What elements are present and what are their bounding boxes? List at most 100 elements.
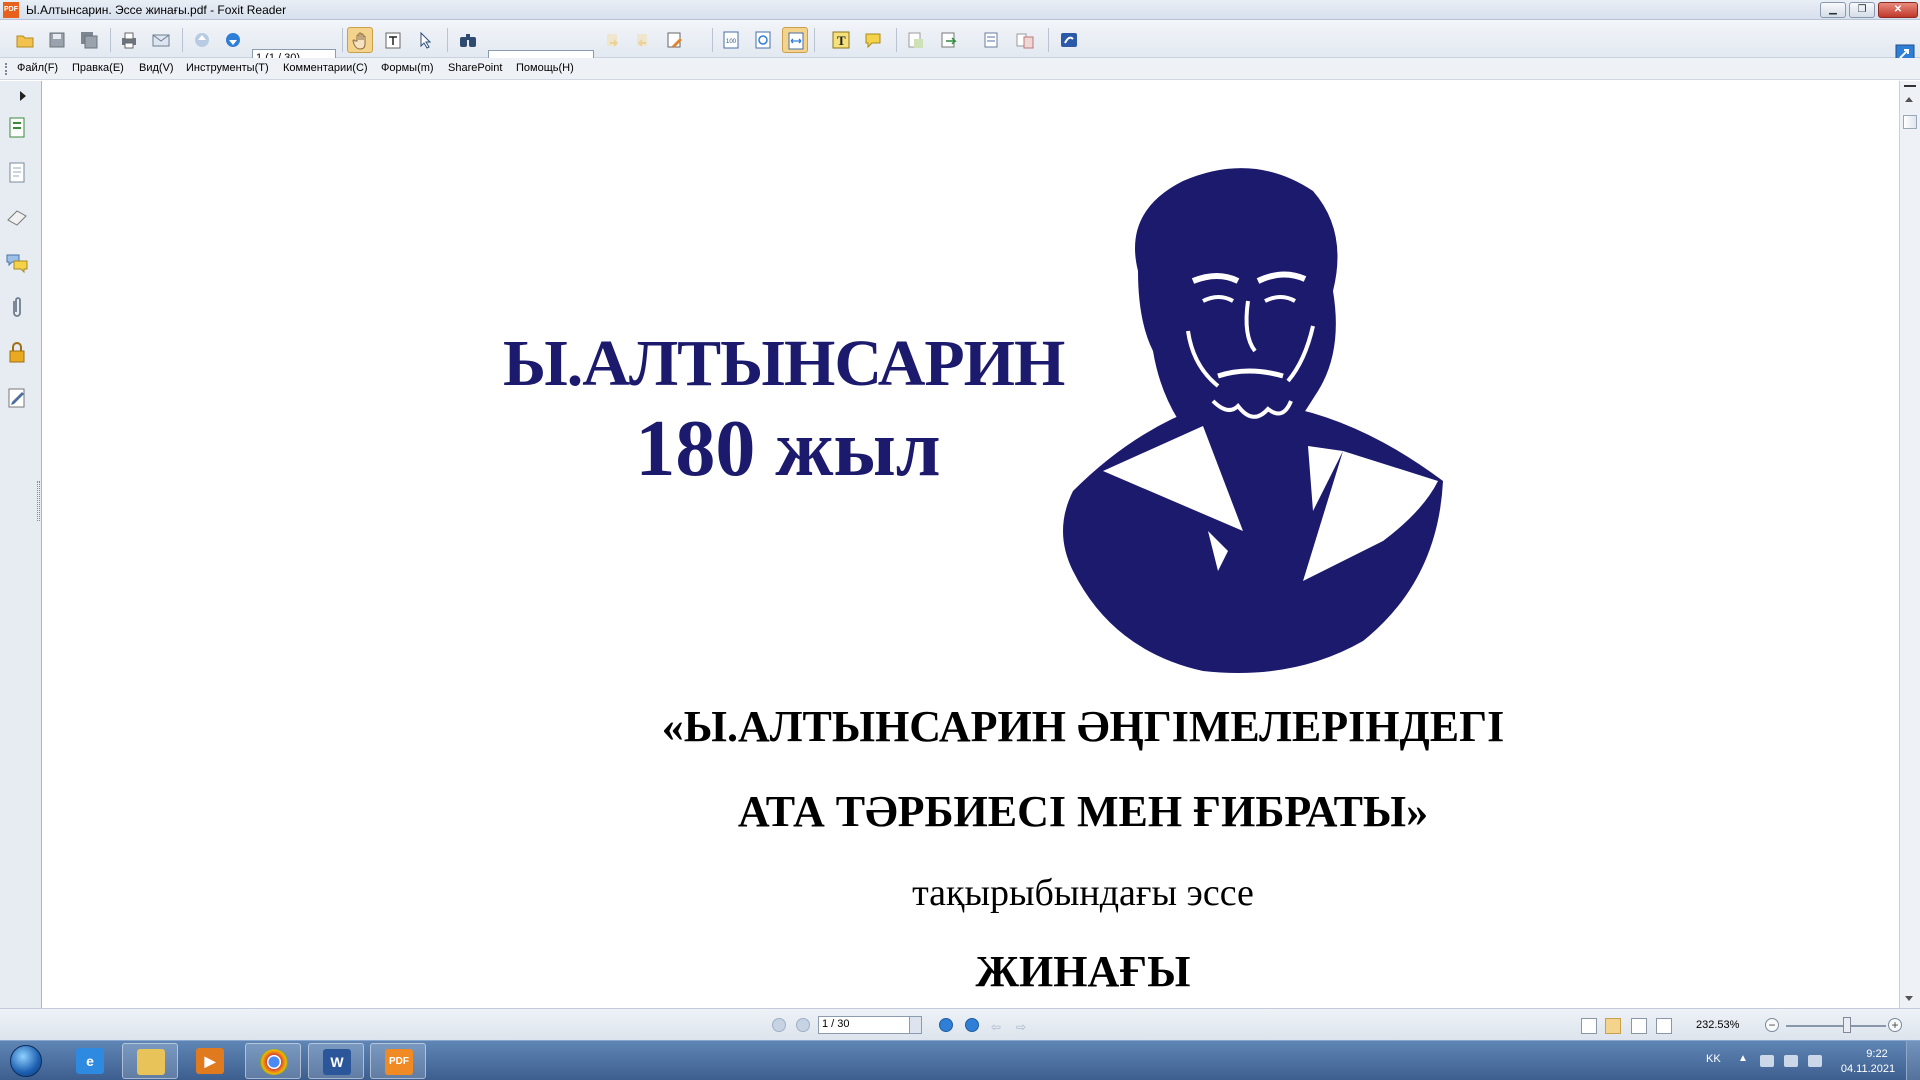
clock-time[interactable]: 9:22 (1855, 1048, 1899, 1060)
menu-help[interactable]: Помощь(H) (516, 62, 574, 74)
fit-width-button[interactable] (782, 27, 808, 53)
clock-date[interactable]: 04.11.2021 (1838, 1063, 1898, 1075)
email-icon (152, 34, 170, 47)
menu-sharepoint[interactable]: SharePoint (448, 62, 502, 74)
vertical-scrollbar[interactable] (1899, 81, 1920, 1008)
hand-tool-button[interactable] (347, 27, 373, 53)
internet-explorer-icon: e (76, 1048, 104, 1074)
create-pdf-button[interactable] (902, 27, 928, 53)
document-view[interactable]: Ы.АЛТЫНСАРИН 180 жыл «Ы.АЛТЫНСАРИН ӘҢГІМ… (43, 81, 1898, 1008)
scroll-down-arrow-icon[interactable] (1905, 996, 1913, 1001)
tray-show-hidden-icon[interactable]: ▲ (1738, 1053, 1748, 1064)
menu-edit[interactable]: Правка(E) (72, 62, 124, 74)
first-page-button[interactable] (772, 1018, 786, 1032)
zoom-out-icon[interactable]: − (1765, 1018, 1779, 1032)
menu-bar: Файл(F) Правка(E) Вид(V) Инструменты(T) … (0, 58, 1920, 80)
previous-view-icon[interactable]: ⇦ (991, 1020, 1001, 1034)
save-all-button[interactable] (76, 27, 102, 53)
last-page-button[interactable] (965, 1018, 979, 1032)
restore-icon: ❐ (1857, 4, 1867, 15)
taskbar-internet-explorer[interactable]: e (62, 1043, 118, 1079)
menu-tools[interactable]: Инструменты(T) (186, 62, 269, 74)
page-dropdown-icon[interactable] (909, 1017, 921, 1033)
pdf-to-word-button[interactable] (978, 27, 1004, 53)
panel-splitter[interactable] (37, 481, 40, 521)
toolbar-separator (896, 28, 897, 52)
close-button[interactable]: ✕ (1878, 2, 1918, 18)
select-tool-button[interactable] (412, 27, 438, 53)
save-button[interactable] (44, 27, 70, 53)
open-button[interactable] (12, 27, 38, 53)
find-button[interactable] (455, 27, 481, 53)
previous-page-status-button[interactable] (796, 1018, 810, 1032)
status-page-value: 1 / 30 (822, 1018, 850, 1030)
menu-comments[interactable]: Комментарии(C) (283, 62, 368, 74)
status-page-input[interactable]: 1 / 30 (818, 1016, 922, 1034)
email-button[interactable] (148, 27, 174, 53)
attachments-icon (13, 297, 21, 317)
layers-panel-button[interactable] (5, 206, 29, 230)
scrollbar-thumb[interactable] (1903, 115, 1917, 129)
print-button[interactable] (116, 27, 142, 53)
zoom-in-icon[interactable]: + (1888, 1018, 1902, 1032)
next-view-icon[interactable]: ⇨ (1016, 1020, 1026, 1034)
hand-tool-icon (352, 32, 366, 50)
tray-action-center-icon[interactable] (1760, 1055, 1774, 1067)
typewriter-button[interactable]: T (828, 27, 854, 53)
select-text-button[interactable] (380, 27, 406, 53)
export-icon (941, 32, 957, 48)
previous-page-button[interactable] (189, 27, 215, 53)
next-page-button[interactable] (220, 27, 246, 53)
zoom-slider[interactable] (1786, 1025, 1886, 1027)
scrollbar-top-icon[interactable] (1904, 85, 1916, 88)
highlight-button[interactable] (662, 27, 688, 53)
export-button[interactable] (936, 27, 962, 53)
facing-view-icon[interactable] (1631, 1018, 1647, 1034)
document-title-line-2: АТА ТӘРБИЕСІ МЕН ҒИБРАТЫ» (737, 787, 1429, 836)
pages-panel-button[interactable] (5, 116, 29, 140)
tray-language[interactable]: KK (1706, 1053, 1721, 1065)
actual-size-button[interactable]: 100 (718, 27, 744, 53)
taskbar-foxit-reader[interactable]: PDF (370, 1043, 426, 1079)
taskbar-word[interactable]: W (308, 1043, 364, 1079)
continuous-view-icon[interactable] (1605, 1018, 1621, 1034)
zoom-slider-thumb[interactable] (1843, 1017, 1851, 1033)
minimize-button[interactable]: ▁ (1820, 2, 1846, 18)
find-next-button[interactable] (630, 27, 656, 53)
expand-panel-icon[interactable] (20, 91, 26, 101)
menu-file[interactable]: Файл(F) (17, 62, 58, 74)
continuous-facing-view-icon[interactable] (1656, 1018, 1672, 1034)
fit-page-button[interactable] (750, 27, 776, 53)
toolbar-separator (447, 28, 448, 52)
next-page-status-button[interactable] (939, 1018, 953, 1032)
zoom-level[interactable]: 232.53% (1696, 1019, 1739, 1031)
select-text-icon (385, 32, 401, 49)
single-page-view-icon[interactable] (1581, 1018, 1597, 1034)
signatures-panel-button[interactable] (5, 386, 29, 410)
menu-grip[interactable] (5, 63, 7, 75)
start-button[interactable] (4, 1042, 48, 1080)
find-next-icon (637, 34, 647, 47)
show-desktop-button[interactable] (1906, 1041, 1920, 1080)
convert-button[interactable] (1012, 27, 1038, 53)
sharepoint-button[interactable] (1056, 27, 1082, 53)
tray-volume-icon[interactable] (1808, 1055, 1822, 1067)
logo-years: 180 жыл (635, 405, 941, 493)
menu-view[interactable]: Вид(V) (139, 62, 174, 74)
scroll-up-arrow-icon[interactable] (1905, 97, 1913, 102)
bookmarks-panel-button[interactable] (5, 161, 29, 185)
taskbar-media-player[interactable]: ▶ (182, 1043, 238, 1079)
security-panel-button[interactable] (5, 341, 29, 365)
document-subtitle: тақырыбындағы эссе (912, 872, 1254, 914)
attachments-panel-button[interactable] (5, 296, 29, 320)
taskbar-file-explorer[interactable] (122, 1043, 178, 1079)
maximize-button[interactable]: ❐ (1849, 2, 1875, 18)
tray-network-icon[interactable] (1784, 1055, 1798, 1067)
menu-forms[interactable]: Формы(m) (381, 62, 434, 74)
find-previous-button[interactable] (600, 27, 626, 53)
comments-panel-button[interactable] (5, 251, 29, 275)
taskbar-chrome[interactable] (245, 1043, 301, 1079)
prev-page-icon (195, 33, 209, 47)
sharepoint-icon (1061, 33, 1077, 47)
note-button[interactable] (860, 27, 886, 53)
